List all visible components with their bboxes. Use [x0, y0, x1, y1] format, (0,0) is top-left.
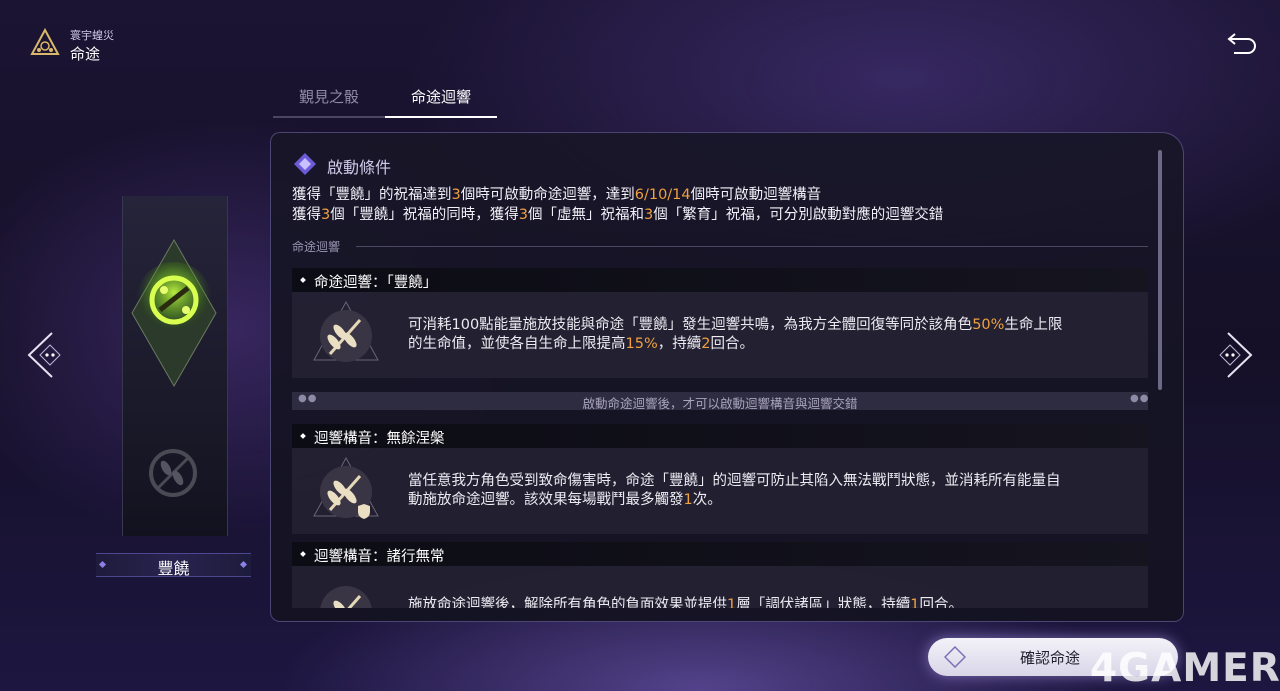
wheat-skill-icon: [320, 586, 372, 608]
resonance-block-desc: 施放命途迴響後，解除所有角色的負面效果並提供1層「調伏諸區」狀態，持續1回合。: [408, 597, 963, 608]
watermark-logo: 4GAMERS: [1090, 646, 1280, 691]
resonance-block-header: 迴響構音：諸行無常: [292, 542, 1148, 566]
hint-text: 啟動命途迴響後，才可以啟動迴響構音與迴響交錯: [582, 396, 858, 411]
next-path-arrow-icon[interactable]: [1210, 330, 1256, 380]
bullet-icon: [300, 433, 306, 439]
section-divider: [356, 246, 1148, 247]
path-name: 豐饒: [157, 559, 190, 578]
prev-path-arrow-icon[interactable]: [24, 330, 70, 380]
confirm-path-label: 確認命途: [1020, 649, 1081, 667]
tab-path-resonance[interactable]: 命途迴響: [385, 86, 497, 118]
resonance-block-desc: 可消耗100點能量施放技能與命途「豐饒」發生迴響共鳴，為我方全體回復等同於該角色…: [408, 317, 1063, 352]
panel-scrollbar[interactable]: [1158, 150, 1162, 390]
game-mode-logo-icon: [30, 28, 60, 55]
header-subtitle: 寰宇蝗災: [70, 29, 114, 42]
bullet-icon: [300, 551, 306, 557]
resonance-block-header: 命途迴響：「豐饒」: [292, 268, 1148, 292]
wheat-shield-skill-icon: [313, 456, 379, 519]
resonance-block-desc: 當任意我方角色受到致命傷害時，命途「豐饒」的迴響可防止其陷入無法戰鬥狀態，並消耗…: [408, 473, 1061, 508]
abundance-path-emblem-icon: [131, 238, 217, 388]
page-title: 命途: [70, 45, 101, 63]
resonance-block-title: 迴響構音：無餘涅槃: [314, 431, 445, 447]
wheat-skill-icon: [313, 300, 379, 362]
condition-line-1: 獲得「豐饒」的祝福達到3個時可啟動命途迴響，達到6/10/14個時可啟動迴響構音: [292, 187, 822, 203]
tab-dice[interactable]: 覲見之骰: [273, 86, 385, 118]
activation-condition-icon: [294, 153, 316, 175]
condition-line-2: 獲得3個「豐饒」祝福的同時，獲得3個「虛無」祝福和3個「繁育」祝福，可分別啟動對…: [292, 207, 944, 223]
resonance-block-title: 迴響構音：諸行無常: [314, 549, 445, 565]
resonance-block-clip: 施放命途迴響後，解除所有角色的負面效果並提供1層「調伏諸區」狀態，持續1回合。: [292, 566, 1148, 608]
section-label: 命途迴響: [292, 240, 341, 254]
back-icon[interactable]: [1224, 30, 1258, 58]
confirm-diamond-icon: [944, 646, 966, 668]
activation-condition-title: 啟動條件: [327, 158, 392, 177]
resonance-block-title: 命途迴響：「豐饒」: [314, 275, 438, 291]
resonance-block-header: 迴響構音：無餘涅槃: [292, 424, 1148, 448]
wheat-emblem-faded-icon: [149, 449, 197, 497]
bullet-icon: [300, 277, 306, 283]
